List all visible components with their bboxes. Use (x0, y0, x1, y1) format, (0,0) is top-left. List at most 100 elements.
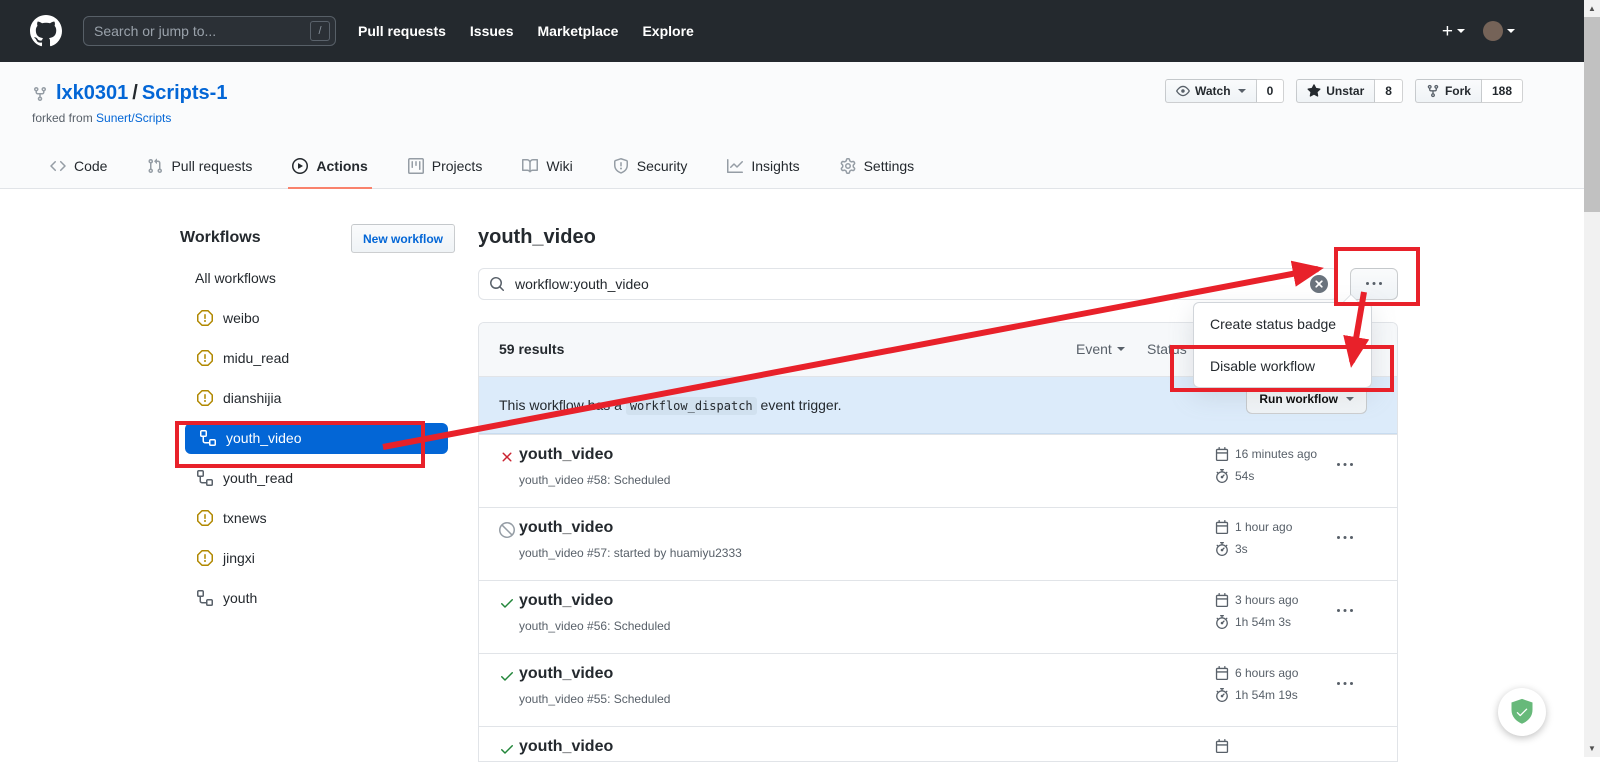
unstar-label: Unstar (1326, 84, 1364, 98)
watch-count[interactable]: 0 (1257, 79, 1285, 103)
sidebar-item-txnews[interactable]: txnews (178, 498, 458, 538)
sidebar-item-jingxi[interactable]: jingxi (178, 538, 458, 578)
chevron-down-icon (1346, 397, 1354, 401)
git-pull-request-icon (147, 158, 163, 174)
scrollbar-thumb[interactable] (1584, 17, 1600, 212)
run-title-link[interactable]: youth_video (519, 738, 613, 756)
nav-issues[interactable]: Issues (470, 23, 514, 39)
tab-label: Settings (864, 158, 915, 174)
run-title-link[interactable]: youth_video (519, 519, 613, 537)
run-subtitle: youth_video #56: Scheduled (519, 619, 670, 633)
runs-search-input[interactable] (478, 268, 1338, 300)
alert-icon (197, 510, 213, 526)
tab-projects[interactable]: Projects (404, 146, 487, 189)
chevron-down-icon (1457, 29, 1465, 33)
check-icon (1515, 705, 1529, 719)
github-logo-icon[interactable] (30, 15, 62, 47)
star-count[interactable]: 8 (1375, 79, 1403, 103)
user-menu[interactable] (1483, 21, 1515, 41)
run-duration: 54s (1215, 469, 1254, 483)
new-workflow-button[interactable]: New workflow (351, 224, 455, 253)
run-duration: 3s (1215, 542, 1248, 556)
run-title-link[interactable]: youth_video (519, 665, 613, 683)
shield-icon (613, 158, 629, 174)
tab-label: Security (637, 158, 688, 174)
create-new-menu[interactable]: + (1442, 22, 1465, 41)
workflow-item-label: dianshijia (223, 390, 281, 406)
run-time (1215, 739, 1235, 753)
header-right-controls: + (1442, 21, 1515, 41)
tab-wiki[interactable]: Wiki (518, 146, 576, 189)
adguard-assistant-button[interactable] (1498, 688, 1546, 736)
repo-owner-link[interactable]: lxk0301 (56, 82, 128, 104)
repo-forked-icon (1426, 84, 1440, 98)
run-time: 3 hours ago (1215, 593, 1298, 607)
fork-source-link[interactable]: Sunert/Scripts (96, 111, 171, 125)
sidebar-item-weibo[interactable]: weibo (178, 298, 458, 338)
repo-separator: / (128, 82, 142, 104)
sidebar-item-youth-read[interactable]: youth_read (178, 458, 458, 498)
check-success-icon (499, 668, 515, 684)
nav-explore[interactable]: Explore (642, 23, 693, 39)
event-filter-dropdown[interactable]: Event (1076, 341, 1125, 357)
unstar-button[interactable]: Unstar (1296, 79, 1375, 103)
menu-item-disable-workflow[interactable]: Disable workflow (1194, 345, 1371, 387)
vertical-scrollbar[interactable]: ▲ ▼ (1584, 0, 1600, 757)
tab-actions[interactable]: Actions (288, 146, 371, 189)
run-options-kebab-icon[interactable] (1337, 530, 1353, 546)
sidebar-row: youth_video (178, 418, 458, 458)
sidebar-item-all-workflows[interactable]: All workflows (178, 258, 458, 298)
run-options-kebab-icon[interactable] (1337, 457, 1353, 473)
scroll-up-arrow-icon[interactable]: ▲ (1584, 0, 1600, 17)
top-navigation-bar: / Pull requests Issues Marketplace Explo… (0, 0, 1600, 62)
tab-code[interactable]: Code (46, 146, 111, 189)
workflow-item-label: weibo (223, 310, 260, 326)
watch-button[interactable]: Watch (1165, 79, 1257, 103)
tab-label: Pull requests (171, 158, 252, 174)
sidebar-item-youth[interactable]: youth (178, 578, 458, 618)
calendar-icon (1215, 593, 1229, 607)
repo-name-link[interactable]: Scripts-1 (142, 82, 228, 104)
menu-item-create-status-badge[interactable]: Create status badge (1194, 303, 1371, 345)
tab-pull-requests[interactable]: Pull requests (143, 146, 256, 189)
check-success-icon (499, 595, 515, 611)
tab-settings[interactable]: Settings (836, 146, 919, 189)
stopwatch-icon (1215, 469, 1229, 483)
code-icon (50, 158, 66, 174)
run-time-text: 1 hour ago (1235, 520, 1292, 534)
star-button-group: Unstar 8 (1296, 79, 1403, 103)
book-icon (522, 158, 538, 174)
run-workflow-button[interactable]: Run workflow (1246, 384, 1367, 414)
run-title-link[interactable]: youth_video (519, 592, 613, 610)
sidebar-item-youth-video-selected[interactable]: youth_video (185, 423, 448, 454)
global-search: / (83, 16, 336, 46)
workflow-title: youth_video (478, 226, 596, 249)
fork-button[interactable]: Fork (1415, 79, 1482, 103)
scroll-down-arrow-icon[interactable]: ▼ (1584, 740, 1600, 757)
nav-pull-requests[interactable]: Pull requests (358, 23, 446, 39)
fork-count[interactable]: 188 (1482, 79, 1523, 103)
alert-icon (197, 390, 213, 406)
global-search-input[interactable] (83, 16, 336, 46)
repo-header: lxk0301/Scripts-1 forked from Sunert/Scr… (0, 62, 1600, 189)
run-options-kebab-icon[interactable] (1337, 603, 1353, 619)
run-duration-text: 1h 54m 19s (1235, 688, 1298, 702)
event-filter-label: Event (1076, 341, 1112, 357)
nav-marketplace[interactable]: Marketplace (538, 23, 619, 39)
tab-label: Wiki (546, 158, 572, 174)
star-icon (1307, 84, 1321, 98)
stopwatch-icon (1215, 542, 1229, 556)
tab-security[interactable]: Security (609, 146, 692, 189)
status-filter-dropdown[interactable]: Status (1147, 341, 1200, 357)
run-options-kebab-icon[interactable] (1337, 676, 1353, 692)
workflow-item-label: jingxi (223, 550, 255, 566)
forked-from-note: forked from Sunert/Scripts (32, 111, 171, 125)
sidebar-item-dianshijia[interactable]: dianshijia (178, 378, 458, 418)
sidebar-item-midu-read[interactable]: midu_read (178, 338, 458, 378)
clear-search-icon[interactable] (1310, 275, 1328, 293)
eye-icon (1176, 84, 1190, 98)
run-title-link[interactable]: youth_video (519, 446, 613, 464)
tab-insights[interactable]: Insights (723, 146, 803, 189)
run-subtitle: youth_video #55: Scheduled (519, 692, 670, 706)
status-filter-label: Status (1147, 341, 1187, 357)
